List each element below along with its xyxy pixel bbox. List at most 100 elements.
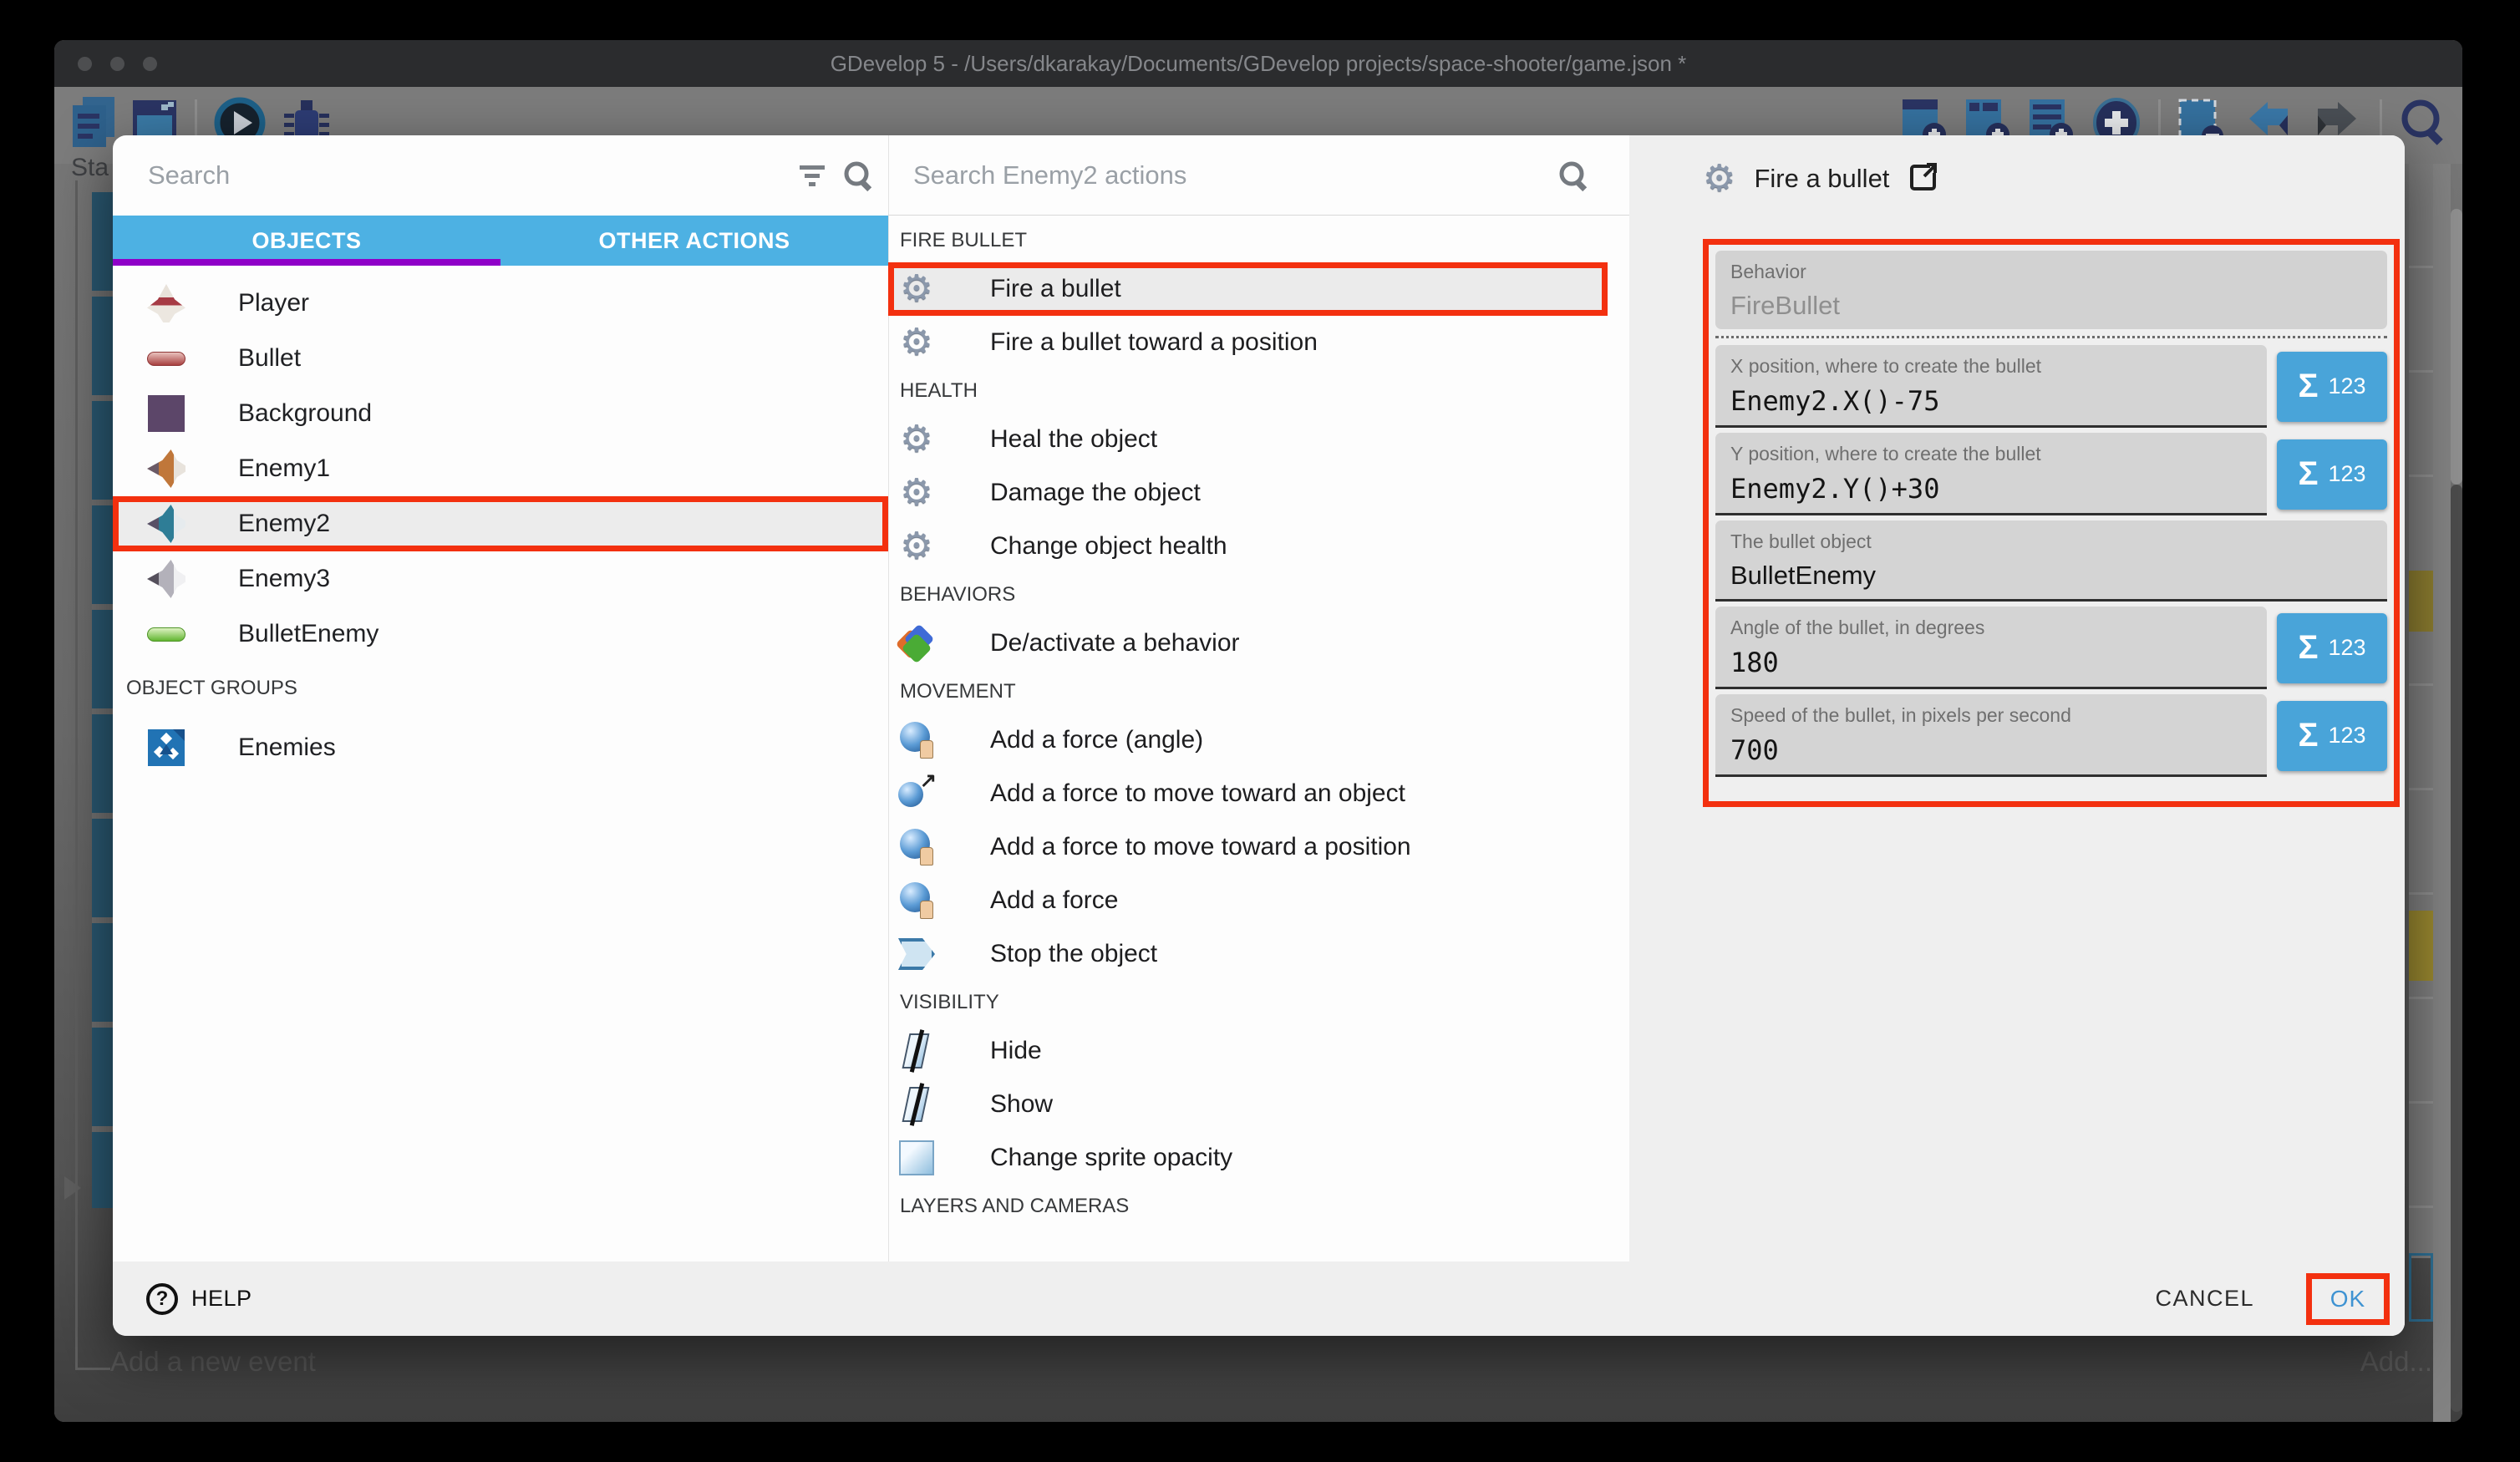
window-title: GDevelop 5 - /Users/dkarakay/Documents/G… bbox=[831, 51, 1687, 77]
ok-button[interactable]: OK bbox=[2325, 1285, 2370, 1313]
titlebar: GDevelop 5 - /Users/dkarakay/Documents/G… bbox=[54, 40, 2462, 87]
action-row-heal-object[interactable]: ⚙ Heal the object bbox=[888, 413, 1629, 466]
add-new-event-button[interactable]: Add a new event bbox=[110, 1346, 316, 1378]
search-icon bbox=[1557, 159, 1592, 198]
action-search-row bbox=[888, 135, 1629, 216]
speed-field[interactable]: Speed of the bullet, in pixels per secon… bbox=[1715, 694, 2267, 777]
search-icon[interactable] bbox=[2399, 97, 2451, 153]
cancel-button[interactable]: CANCEL bbox=[2150, 1285, 2259, 1312]
action-row-change-sprite-opacity[interactable]: Change sprite opacity bbox=[888, 1131, 1629, 1185]
action-row-stop-the-object[interactable]: Stop the object bbox=[888, 927, 1629, 981]
traffic-lights bbox=[78, 57, 157, 71]
action-row-add-force-angle[interactable]: Add a force (angle) bbox=[888, 713, 1629, 767]
action-section-header: MOVEMENT bbox=[888, 670, 1629, 713]
minimize-window-button[interactable] bbox=[110, 57, 124, 71]
gear-icon: ⚙ bbox=[895, 418, 938, 461]
project-manager-icon[interactable] bbox=[73, 97, 116, 153]
add-button-outline bbox=[2409, 1253, 2433, 1322]
ok-highlight-frame: OK bbox=[2306, 1273, 2390, 1325]
action-section-header: VISIBILITY bbox=[888, 981, 1629, 1024]
behavior-field: Behavior FireBullet bbox=[1715, 251, 2387, 329]
object-row-player[interactable]: Player bbox=[113, 276, 888, 331]
dialog-footer: ? HELP CANCEL OK bbox=[113, 1261, 2405, 1336]
y-position-field[interactable]: Y position, where to create the bullet E… bbox=[1715, 433, 2267, 515]
enemies-group-icon bbox=[143, 724, 190, 771]
bullet-capsule-icon bbox=[143, 335, 190, 382]
sigma-icon: Σ bbox=[2298, 368, 2318, 405]
action-search-input[interactable] bbox=[912, 160, 1529, 191]
object-row-enemy2-selected[interactable]: Enemy2 bbox=[113, 496, 888, 551]
objects-panel: OBJECTS OTHER ACTIONS Player Bullet Back… bbox=[113, 135, 888, 1261]
bullet-object-field[interactable]: The bullet object BulletEnemy bbox=[1715, 520, 2387, 602]
object-groups-header: OBJECT GROUPS bbox=[126, 677, 297, 700]
expression-editor-button[interactable]: Σ 123 bbox=[2277, 613, 2387, 683]
action-title: Fire a bullet bbox=[1754, 164, 1889, 194]
force-orb-icon bbox=[895, 718, 938, 762]
flag-slash-icon bbox=[895, 1083, 938, 1126]
gear-icon: ⚙ bbox=[895, 471, 938, 515]
object-row-bulletenemy[interactable]: BulletEnemy bbox=[113, 607, 888, 662]
expression-editor-button[interactable]: Σ 123 bbox=[2277, 439, 2387, 510]
field-angle: Angle of the bullet, in degrees 180 Σ 12… bbox=[1715, 607, 2387, 689]
tab-other-actions[interactable]: OTHER ACTIONS bbox=[500, 216, 888, 266]
object-row-background[interactable]: Background bbox=[113, 386, 888, 441]
action-row-change-object-health[interactable]: ⚙ Change object health bbox=[888, 520, 1629, 573]
force-orb-icon bbox=[895, 825, 938, 869]
add-more-button[interactable]: Add... bbox=[2360, 1346, 2432, 1378]
gear-icon: ⚙ bbox=[895, 321, 938, 364]
action-editor-dialog: OBJECTS OTHER ACTIONS Player Bullet Back… bbox=[113, 135, 2405, 1336]
help-button[interactable]: ? HELP bbox=[146, 1283, 252, 1315]
opacity-square-icon bbox=[895, 1136, 938, 1180]
action-details-panel: ⚙ Fire a bullet Behavior FireBullet X po… bbox=[1629, 135, 2405, 1336]
action-row-add-a-force[interactable]: Add a force bbox=[888, 874, 1629, 927]
search-icon bbox=[841, 159, 876, 198]
scene-tab-label: Sta bbox=[71, 154, 109, 182]
object-row-enemy1[interactable]: Enemy1 bbox=[113, 441, 888, 496]
action-section-header: BEHAVIORS bbox=[888, 573, 1629, 617]
open-in-new-icon[interactable] bbox=[1908, 161, 1939, 197]
close-window-button[interactable] bbox=[78, 57, 92, 71]
field-bullet-object: The bullet object BulletEnemy bbox=[1715, 520, 2387, 602]
action-row-fire-bullet-toward-position[interactable]: ⚙ Fire a bullet toward a position bbox=[888, 316, 1629, 369]
force-orb-arrow-icon: ↗ bbox=[895, 772, 938, 815]
expression-editor-button[interactable]: Σ 123 bbox=[2277, 352, 2387, 422]
group-row-enemies[interactable]: Enemies bbox=[113, 720, 888, 775]
action-row-show[interactable]: Show bbox=[888, 1078, 1629, 1131]
force-orb-icon bbox=[895, 879, 938, 922]
gear-icon: ⚙ bbox=[1703, 160, 1735, 197]
editor-scrollbar-thumb[interactable] bbox=[2451, 485, 2462, 1412]
action-row-deactivate-behavior[interactable]: De/activate a behavior bbox=[888, 617, 1629, 670]
help-icon: ? bbox=[146, 1283, 178, 1315]
editor-scrollbar-track[interactable] bbox=[2451, 209, 2462, 485]
field-speed: Speed of the bullet, in pixels per secon… bbox=[1715, 694, 2387, 777]
actions-panel: FIRE BULLET ⚙ Fire a bullet ⚙ Fire a bul… bbox=[888, 135, 1629, 1261]
filter-icon[interactable] bbox=[796, 160, 828, 195]
gear-icon: ⚙ bbox=[895, 525, 938, 568]
expression-editor-button[interactable]: Σ 123 bbox=[2277, 701, 2387, 771]
event-rows-edge bbox=[2409, 164, 2433, 1258]
action-row-hide[interactable]: Hide bbox=[888, 1024, 1629, 1078]
object-row-enemy3[interactable]: Enemy3 bbox=[113, 551, 888, 607]
enemy3-ship-icon bbox=[143, 556, 190, 602]
zoom-window-button[interactable] bbox=[143, 57, 157, 71]
object-search-input[interactable] bbox=[146, 160, 788, 191]
sigma-icon: Σ bbox=[2298, 629, 2318, 667]
angle-field[interactable]: Angle of the bullet, in degrees 180 bbox=[1715, 607, 2267, 689]
green-capsule-icon bbox=[143, 611, 190, 657]
field-x-position: X position, where to create the bullet E… bbox=[1715, 345, 2387, 428]
player-ship-icon bbox=[143, 280, 190, 327]
object-row-bullet[interactable]: Bullet bbox=[113, 331, 888, 386]
action-row-add-force-toward-object[interactable]: ↗ Add a force to move toward an object bbox=[888, 767, 1629, 820]
action-row-add-force-toward-position[interactable]: Add a force to move toward a position bbox=[888, 820, 1629, 874]
action-row-damage-object[interactable]: ⚙ Damage the object bbox=[888, 466, 1629, 520]
field-y-position: Y position, where to create the bullet E… bbox=[1715, 433, 2387, 515]
tab-objects[interactable]: OBJECTS bbox=[113, 216, 500, 266]
object-search-row bbox=[113, 135, 888, 216]
detail-header: ⚙ Fire a bullet bbox=[1703, 160, 1939, 197]
active-tab-underline bbox=[113, 259, 500, 266]
enemy1-ship-icon bbox=[143, 445, 190, 492]
action-row-fire-a-bullet-selected[interactable]: ⚙ Fire a bullet bbox=[888, 262, 1608, 316]
highlighted-event-block bbox=[2409, 911, 2433, 981]
x-position-field[interactable]: X position, where to create the bullet E… bbox=[1715, 345, 2267, 428]
sigma-icon: Σ bbox=[2298, 455, 2318, 493]
